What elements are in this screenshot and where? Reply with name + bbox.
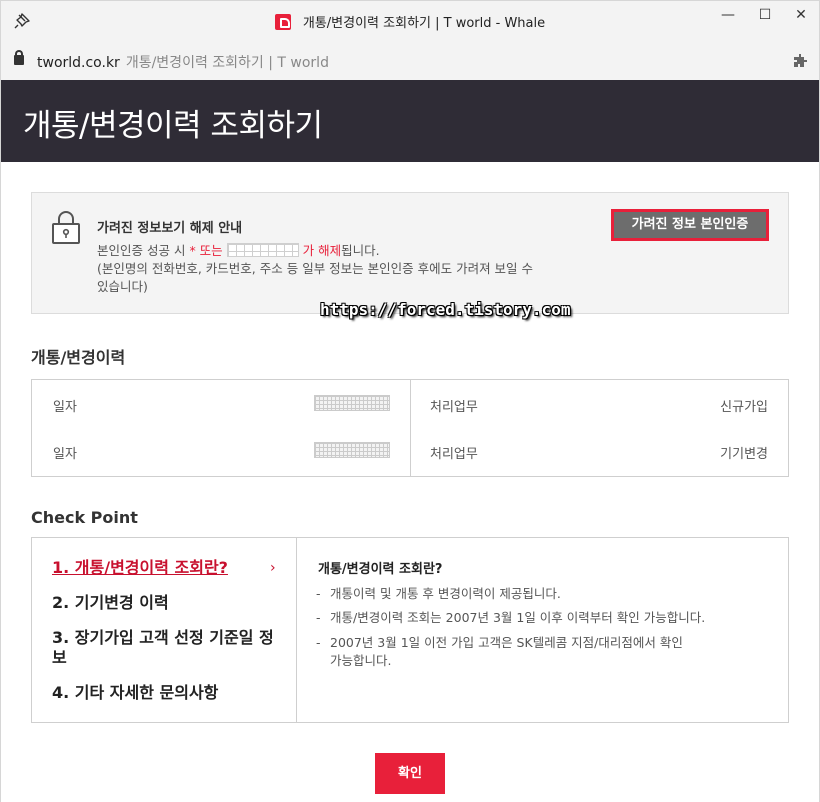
- bullet-text: 2007년 3월 1일 이전 가입 고객은 SK텔레콤 지점/대리점에서 확인: [330, 635, 683, 650]
- maximize-button[interactable]: ☐: [750, 5, 780, 27]
- notice-asterisk-text: * 또는: [189, 243, 223, 258]
- address-bar[interactable]: tworld.co.kr 개통/변경이력 조회하기 | T world: [0, 40, 820, 80]
- notice-line-2: (본인명의 전화번호, 카드번호, 주소 등 일부 정보는 본인인증 후에도 가…: [97, 261, 534, 276]
- checkpoint-bullet-continued: 가능합니다.: [330, 653, 392, 668]
- checkpoint-menu: 1. 개통/변경이력 조회란? › 2. 기기변경 이력 3. 장기가입 고객 …: [32, 538, 297, 722]
- checkpoint-detail-title: 개통/변경이력 조회란?: [318, 562, 443, 577]
- history-task-label: 처리업무: [430, 400, 478, 415]
- masked-sample: [226, 243, 299, 257]
- masked-info-notice: 가려진 정보보기 해제 안내 본인인증 성공 시 * 또는 가 해제됩니다. (본…: [31, 192, 789, 314]
- notice-line1-prefix: 본인인증 성공 시: [97, 243, 186, 258]
- masked-date-value: [314, 395, 390, 411]
- history-task-value: 기기변경: [720, 447, 768, 462]
- padlock-icon: [52, 211, 80, 244]
- bullet-dash: -: [316, 635, 321, 650]
- confirm-button[interactable]: 확인: [375, 753, 445, 794]
- notice-line-1: 본인인증 성공 시 * 또는 가 해제됩니다.: [97, 242, 380, 260]
- notice-unmask-text: 가 해제: [302, 243, 342, 258]
- checkpoint-section-title: Check Point: [31, 508, 138, 527]
- checkpoint-bullet: - 개통/변경이력 조회는 2007년 3월 1일 이후 이력부터 확인 가능합니…: [316, 609, 766, 627]
- close-button[interactable]: ✕: [786, 5, 816, 27]
- lock-icon[interactable]: [14, 50, 24, 65]
- notice-line-3: 있습니다): [97, 279, 148, 294]
- window-title-bar: 개통/변경이력 조회하기 | T world - Whale — ☐ ✕: [0, 0, 820, 40]
- notice-line1-suffix: 됩니다.: [341, 243, 380, 258]
- url-domain: tworld.co.kr: [37, 55, 120, 71]
- minimize-button[interactable]: —: [713, 5, 743, 27]
- checkpoint-panel: 1. 개통/변경이력 조회란? › 2. 기기변경 이력 3. 장기가입 고객 …: [31, 537, 789, 723]
- bullet-dash: -: [316, 586, 321, 601]
- history-date-label: 일자: [53, 447, 77, 462]
- window-title: 개통/변경이력 조회하기 | T world - Whale: [1, 12, 819, 31]
- url-page-title: 개통/변경이력 조회하기 | T world: [125, 55, 329, 71]
- history-task-value: 신규가입: [720, 400, 768, 415]
- identity-verify-button[interactable]: 가려진 정보 본인인증: [611, 209, 769, 241]
- history-date-label: 일자: [53, 400, 77, 415]
- masked-date-value: [314, 442, 390, 458]
- chevron-right-icon: ›: [270, 560, 276, 576]
- watermark-text: https://forced.tistory.com: [320, 300, 571, 319]
- extension-icon[interactable]: [791, 52, 809, 70]
- window-frame-left: [0, 80, 1, 802]
- bullet-dash: -: [316, 610, 321, 625]
- history-table: 일자 처리업무 신규가입 일자 처리업무 기기변경: [31, 379, 789, 477]
- bullet-text: 개통이력 및 개통 후 변경이력이 제공됩니다.: [330, 586, 561, 601]
- url-field[interactable]: tworld.co.kr 개통/변경이력 조회하기 | T world: [37, 52, 329, 72]
- bullet-text: 개통/변경이력 조회는 2007년 3월 1일 이후 이력부터 확인 가능합니다…: [330, 610, 706, 625]
- page-header: 개통/변경이력 조회하기: [1, 80, 819, 162]
- checkpoint-item-overview[interactable]: 1. 개통/변경이력 조회란?: [52, 558, 284, 578]
- window-title-text: 개통/변경이력 조회하기 | T world - Whale: [302, 16, 546, 31]
- checkpoint-item-long-term[interactable]: 3. 장기가입 고객 선정 기준일 정보: [52, 628, 284, 668]
- checkpoint-item-inquiry[interactable]: 4. 기타 자세한 문의사항: [52, 683, 284, 703]
- checkpoint-bullet: - 개통이력 및 개통 후 변경이력이 제공됩니다.: [316, 585, 766, 603]
- history-section-title: 개통/변경이력: [31, 348, 126, 367]
- tworld-favicon-icon: [274, 14, 291, 30]
- checkpoint-item-device-change[interactable]: 2. 기기변경 이력: [52, 593, 284, 613]
- notice-title: 가려진 정보보기 해제 안내: [97, 221, 243, 236]
- page-title: 개통/변경이력 조회하기: [23, 108, 323, 144]
- history-divider: [410, 380, 411, 476]
- checkpoint-bullet: -2007년 3월 1일 이전 가입 고객은 SK텔레콤 지점/대리점에서 확인: [316, 634, 766, 652]
- history-task-label: 처리업무: [430, 447, 478, 462]
